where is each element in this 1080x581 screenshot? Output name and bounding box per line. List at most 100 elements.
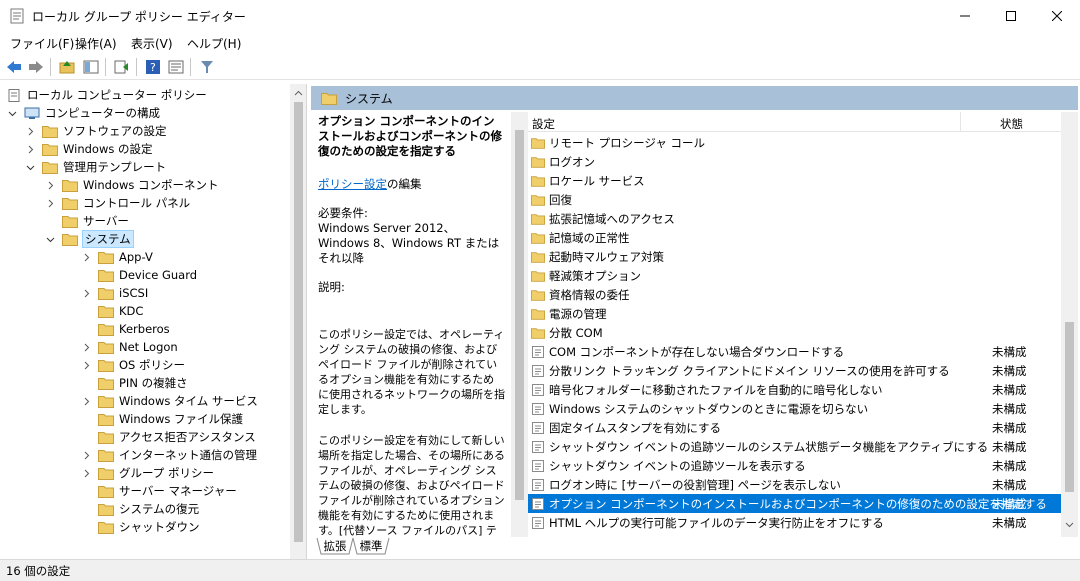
list-item-setting[interactable]: 固定タイムスタンプを有効にする 未構成 bbox=[528, 418, 1061, 437]
export-list-button[interactable] bbox=[112, 57, 132, 77]
tree-item-windows-settings[interactable]: Windows の設定 bbox=[24, 140, 153, 158]
tree-item-server[interactable]: サーバー bbox=[62, 212, 129, 230]
setting-name: 固定タイムスタンプを有効にする bbox=[549, 420, 722, 435]
tree-item-system-child[interactable]: アクセス拒否アシスタンス bbox=[80, 428, 256, 446]
folder-icon bbox=[531, 194, 545, 206]
chevron-down-icon[interactable] bbox=[6, 107, 18, 119]
list-scrollbar[interactable] bbox=[1061, 112, 1078, 537]
menu-view[interactable]: 表示(V) bbox=[131, 35, 173, 52]
tree-item-admin-templates[interactable]: 管理用テンプレート bbox=[24, 158, 166, 176]
list-item-setting[interactable]: HTML ヘルプの実行可能ファイルのデータ実行防止をオフにする 未構成 bbox=[528, 513, 1061, 532]
list-item-setting[interactable]: オプション コンポーネントのインストールおよびコンポーネントの修復のための設定を… bbox=[528, 494, 1061, 513]
tree-item-system-child[interactable]: インターネット通信の管理 bbox=[80, 446, 257, 464]
tree-item-system-child[interactable]: KDC bbox=[80, 302, 143, 320]
folder-icon bbox=[62, 179, 78, 192]
list-item-folder[interactable]: 起動時マルウェア対策 bbox=[528, 247, 1061, 266]
forward-button[interactable] bbox=[26, 57, 46, 77]
menu-file[interactable]: ファイル(F) bbox=[10, 35, 74, 52]
list-item-setting[interactable]: シャットダウン イベントの追跡ツールのシステム状態データ機能をアクティブにする未… bbox=[528, 437, 1061, 456]
chevron-right-icon[interactable] bbox=[24, 125, 36, 137]
chevron-right-icon[interactable] bbox=[24, 143, 36, 155]
chevron-right-icon[interactable] bbox=[80, 395, 92, 407]
tree-item-system-child[interactable]: グループ ポリシー bbox=[80, 464, 214, 482]
tree-item-system-child[interactable]: Device Guard bbox=[80, 266, 197, 284]
folder-icon bbox=[531, 251, 545, 263]
menu-help[interactable]: ヘルプ(H) bbox=[187, 35, 241, 52]
settings-list[interactable]: 設定 状態 リモート プロシージャ コール ログオン ロケール サービス 回復 拡張記憶… bbox=[528, 112, 1078, 537]
tree-label: PIN の複雑さ bbox=[119, 376, 188, 390]
list-item-folder[interactable]: 回復 bbox=[528, 190, 1061, 209]
folder-icon bbox=[98, 341, 114, 354]
folder-icon bbox=[98, 377, 114, 390]
list-item-folder[interactable]: ログオン bbox=[528, 152, 1061, 171]
list-item-setting[interactable]: 暗号化フォルダーに移動されたファイルを自動的に暗号化しない 未構成 bbox=[528, 380, 1061, 399]
scroll-thumb[interactable] bbox=[515, 130, 524, 500]
chevron-right-icon[interactable] bbox=[80, 287, 92, 299]
scroll-up-icon[interactable] bbox=[290, 84, 306, 101]
column-header-state[interactable]: 状態 bbox=[1000, 116, 1023, 132]
filter-button[interactable] bbox=[197, 57, 217, 77]
list-item-setting[interactable]: シャットダウン イベントの追跡ツールを表示する 未構成 bbox=[528, 456, 1061, 475]
list-item-setting[interactable]: 分散リンク トラッキング クライアントにドメイン リソースの使用を許可する 未構成 bbox=[528, 361, 1061, 380]
list-item-setting[interactable]: Windows システムのシャットダウンのときに電源を切らない 未構成 bbox=[528, 399, 1061, 418]
tree-item-system-child[interactable]: PIN の複雑さ bbox=[80, 374, 188, 392]
tree-item-software-settings[interactable]: ソフトウェアの設定 bbox=[24, 122, 167, 140]
tree-item-system-child[interactable]: Windows ファイル保護 bbox=[80, 410, 243, 428]
folder-icon bbox=[98, 323, 114, 336]
show-hide-tree-button[interactable] bbox=[81, 57, 101, 77]
tree-item-control-panel[interactable]: コントロール パネル bbox=[44, 194, 190, 212]
chevron-right-icon[interactable] bbox=[44, 197, 56, 209]
chevron-right-icon[interactable] bbox=[80, 359, 92, 371]
tree-item-system-child[interactable]: シャットダウン bbox=[80, 518, 200, 536]
chevron-right-icon[interactable] bbox=[80, 467, 92, 479]
list-item-setting[interactable]: ログオン時に [サーバーの役割管理] ページを表示しない 未構成 bbox=[528, 475, 1061, 494]
tab-standard[interactable]: 標準 bbox=[357, 537, 385, 555]
tree-item-system-child[interactable]: iSCSI bbox=[80, 284, 148, 302]
chevron-right-icon[interactable] bbox=[44, 179, 56, 191]
list-item-folder[interactable]: ロケール サービス bbox=[528, 171, 1061, 190]
list-item-folder[interactable]: 拡張記憶域へのアクセス bbox=[528, 209, 1061, 228]
list-item-folder[interactable]: 分散 COM bbox=[528, 323, 1061, 342]
tree-item-system-child[interactable]: Windows タイム サービス bbox=[80, 392, 258, 410]
tree-item-system-child[interactable]: App-V bbox=[80, 248, 153, 266]
description-scrollbar[interactable] bbox=[511, 112, 528, 537]
navigation-tree[interactable]: ローカル コンピューター ポリシー コンピューターの構成 ソフトウェアの設定 W… bbox=[0, 84, 307, 559]
list-item-folder[interactable]: 軽減策オプション bbox=[528, 266, 1061, 285]
properties-button[interactable] bbox=[166, 57, 186, 77]
column-divider[interactable] bbox=[960, 112, 961, 132]
tree-item-system-child[interactable]: Net Logon bbox=[80, 338, 178, 356]
edit-policy-link[interactable]: ポリシー設定 bbox=[318, 177, 387, 191]
tree-item-system[interactable]: システム bbox=[44, 230, 134, 248]
chevron-right-icon[interactable] bbox=[80, 251, 92, 263]
tree-item-root[interactable]: ローカル コンピューター ポリシー bbox=[6, 86, 207, 104]
edit-policy-suffix: の編集 bbox=[387, 177, 422, 191]
close-button[interactable] bbox=[1034, 0, 1080, 31]
maximize-button[interactable] bbox=[988, 0, 1034, 31]
tree-item-system-child[interactable]: システムの復元 bbox=[80, 500, 199, 518]
scroll-down-icon[interactable] bbox=[1061, 516, 1078, 533]
list-item-folder[interactable]: リモート プロシージャ コール bbox=[528, 133, 1061, 152]
scroll-thumb[interactable] bbox=[1065, 322, 1074, 492]
list-item-setting[interactable]: COM コンポーネントが存在しない場合ダウンロードする 未構成 bbox=[528, 342, 1061, 361]
tree-item-system-child[interactable]: OS ポリシー bbox=[80, 356, 185, 374]
chevron-down-icon[interactable] bbox=[24, 161, 36, 173]
scroll-thumb[interactable] bbox=[294, 102, 303, 542]
tab-extended[interactable]: 拡張 bbox=[321, 537, 349, 555]
tree-item-windows-components[interactable]: Windows コンポーネント bbox=[44, 176, 219, 194]
list-item-folder[interactable]: 電源の管理 bbox=[528, 304, 1061, 323]
up-folder-button[interactable] bbox=[57, 57, 77, 77]
chevron-right-icon[interactable] bbox=[80, 449, 92, 461]
chevron-right-icon[interactable] bbox=[80, 341, 92, 353]
list-item-folder[interactable]: 記憶域の正常性 bbox=[528, 228, 1061, 247]
tree-scrollbar[interactable] bbox=[290, 84, 306, 559]
column-header-setting[interactable]: 設定 bbox=[532, 116, 555, 132]
list-item-folder[interactable]: 資格情報の委任 bbox=[528, 285, 1061, 304]
help-button[interactable]: ? bbox=[143, 57, 163, 77]
tree-item-system-child[interactable]: サーバー マネージャー bbox=[80, 482, 237, 500]
chevron-down-icon[interactable] bbox=[44, 233, 56, 245]
tree-item-computer-config[interactable]: コンピューターの構成 bbox=[6, 104, 160, 122]
back-button[interactable] bbox=[4, 57, 24, 77]
tree-item-system-child[interactable]: Kerberos bbox=[80, 320, 170, 338]
menu-action[interactable]: 操作(A) bbox=[75, 35, 117, 52]
minimize-button[interactable] bbox=[942, 0, 988, 31]
